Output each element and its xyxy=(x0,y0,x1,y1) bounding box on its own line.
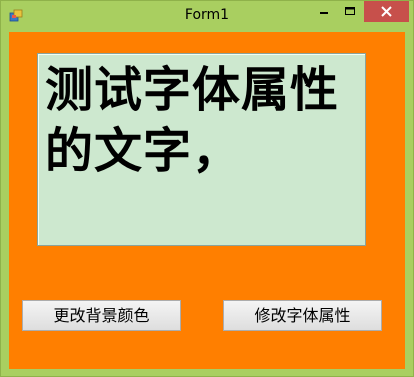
title-bar[interactable]: Form1 xyxy=(1,1,413,31)
change-font-button[interactable]: 修改字体属性 xyxy=(223,300,382,331)
close-icon xyxy=(381,6,392,17)
maximize-icon xyxy=(345,7,355,15)
maximize-button[interactable] xyxy=(337,1,363,22)
close-button[interactable] xyxy=(364,1,409,22)
sample-text: 测试字体属性的文字， xyxy=(45,62,340,179)
minimize-icon xyxy=(320,12,328,14)
change-background-button[interactable]: 更改背景颜色 xyxy=(22,300,181,331)
form-client-area: 测试字体属性的文字， 更改背景颜色 修改字体属性 xyxy=(9,32,405,369)
form-window: Form1 测试字体属性的文字， 更改背景颜色 修改字体属性 xyxy=(0,0,414,377)
sample-text-label: 测试字体属性的文字， xyxy=(37,53,366,246)
minimize-button[interactable] xyxy=(311,1,337,22)
